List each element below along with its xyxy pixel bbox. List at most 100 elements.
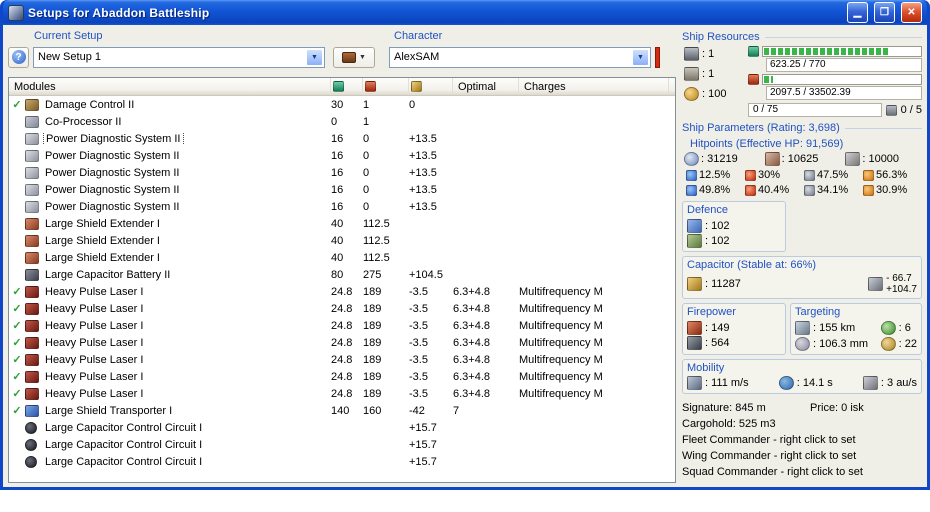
column-header-optimal[interactable]: Optimal [453, 78, 519, 95]
module-row[interactable]: ✓ Heavy Pulse Laser I 24.8 189 -3.5 6.3+… [9, 334, 675, 351]
shield-resist-value: 30% [758, 169, 781, 181]
module-row[interactable]: ✓ Power Diagnostic System II 16 0 +13.5 [9, 147, 675, 164]
launcher-icon [684, 66, 699, 81]
module-row[interactable]: ✓ Power Diagnostic System II 16 0 +13.5 [9, 181, 675, 198]
module-row[interactable]: ✓ Large Capacitor Control Circuit I +15.… [9, 436, 675, 453]
module-name: Heavy Pulse Laser I [45, 336, 144, 349]
column-header-powergrid[interactable] [363, 78, 409, 95]
current-setup-label: Current Setup [34, 30, 103, 42]
column-header-spacer [669, 78, 675, 95]
ship-resources-title-text: Ship Resources [682, 31, 760, 43]
module-cpu-value: 40 [331, 217, 344, 230]
module-type-icon [25, 183, 39, 196]
dps-value: : 149 [705, 321, 730, 334]
module-cap-value: -3.5 [409, 387, 428, 400]
module-row[interactable]: ✓ Co-Processor II 0 1 [9, 113, 675, 130]
setup-tools-button[interactable]: ▼ [333, 46, 375, 68]
damage-type-icon [686, 169, 697, 181]
fleet-commander-setter[interactable]: Fleet Commander - right click to set [682, 432, 922, 448]
module-row[interactable]: ✓ Heavy Pulse Laser I 24.8 189 -3.5 6.3+… [9, 351, 675, 368]
module-cpu-value: 16 [331, 183, 344, 196]
module-row[interactable]: ✓ Heavy Pulse Laser I 24.8 189 -3.5 6.3+… [9, 385, 675, 402]
module-row[interactable]: ✓ Power Diagnostic System II 16 0 +13.5 [9, 198, 675, 215]
module-name: Heavy Pulse Laser I [45, 387, 144, 400]
module-row[interactable]: ✓ Power Diagnostic System II 16 0 +13.5 [9, 130, 675, 147]
damage-type-icon [745, 184, 756, 196]
module-powergrid-value: 160 [363, 404, 382, 417]
column-header-cpu[interactable] [331, 78, 363, 95]
powergrid-bar-fill [764, 76, 774, 83]
module-powergrid-value: 1 [363, 98, 370, 111]
fitted-check-icon: ✓ [12, 354, 22, 366]
module-row[interactable]: ✓ Large Shield Transporter I 140 160 -42… [9, 402, 675, 419]
module-cap-value: -3.5 [409, 370, 428, 383]
close-button[interactable]: ✕ [901, 2, 922, 23]
launcher-slots-value: : 1 [702, 67, 715, 80]
module-row[interactable]: ✓ Large Shield Extender I 40 112.5 [9, 249, 675, 266]
wing-commander-setter[interactable]: Wing Commander - right click to set [682, 448, 922, 464]
module-type-icon [25, 200, 39, 213]
mobility-box: Mobility : 111 m/s : 14.1 s : 3 au/s [682, 359, 922, 394]
module-name: Heavy Pulse Laser I [45, 285, 144, 298]
module-powergrid-value: 189 [363, 302, 382, 315]
fitted-check-icon: ✓ [12, 286, 22, 298]
armor-resist-cell: 49.8% [686, 184, 745, 196]
minimize-button[interactable]: ▁ [847, 2, 868, 23]
module-row[interactable]: ✓ Heavy Pulse Laser I 24.8 189 -3.5 6.3+… [9, 283, 675, 300]
current-setup-dropdown-icon[interactable]: ▼ [306, 48, 323, 66]
column-header-charges[interactable]: Charges [519, 78, 669, 95]
shield-hp: : 31219 [684, 152, 761, 166]
module-row[interactable]: ✓ Large Capacitor Control Circuit I +15.… [9, 419, 675, 436]
module-powergrid-value: 189 [363, 353, 382, 366]
module-cap-value: -3.5 [409, 336, 428, 349]
module-row[interactable]: ✓ Large Shield Extender I 40 112.5 [9, 215, 675, 232]
character-select[interactable]: AlexSAM ▼ [389, 46, 651, 68]
module-charges-value: Multifrequency M [519, 285, 603, 298]
powergrid-icon [748, 74, 759, 85]
cpu-bar-fill [764, 48, 891, 55]
align-time-icon [778, 376, 794, 390]
titlebar[interactable]: Setups for Abaddon Battleship ▁ ❐ ✕ [3, 0, 927, 25]
shield-resist-value: 56.3% [876, 169, 908, 181]
stat-boxes: Defence : 102 : 102 Capacitor (Stable at… [682, 201, 922, 394]
module-name: Heavy Pulse Laser I [45, 353, 144, 366]
help-button[interactable]: ? [8, 46, 29, 68]
module-optimal-value: 6.3+4.8 [453, 302, 491, 315]
current-setup-select[interactable]: New Setup 1 ▼ [33, 46, 325, 68]
module-optimal-value: 6.3+4.8 [453, 319, 491, 332]
module-row[interactable]: ✓ Damage Control II 30 1 0 [9, 96, 675, 113]
module-cpu-value: 0 [331, 115, 338, 128]
chevron-down-icon: ▼ [359, 53, 366, 61]
scan-resolution-value: : 106.3 mm [813, 337, 869, 350]
module-row[interactable]: ✓ Large Shield Extender I 40 112.5 [9, 232, 675, 249]
module-row[interactable]: ✓ Power Diagnostic System II 16 0 +13.5 [9, 164, 675, 181]
defence-armor-value: : 102 [705, 234, 730, 247]
armor-resist-cell: 40.4% [745, 184, 804, 196]
fitted-check-icon: ✓ [12, 320, 22, 332]
column-header-capacitor[interactable] [409, 78, 453, 95]
maximize-button[interactable]: ❐ [874, 2, 895, 23]
module-cpu-value: 24.8 [331, 302, 353, 315]
module-row[interactable]: ✓ Heavy Pulse Laser I 24.8 189 -3.5 6.3+… [9, 368, 675, 385]
module-row[interactable]: ✓ Heavy Pulse Laser I 24.8 189 -3.5 6.3+… [9, 317, 675, 334]
module-row[interactable]: ✓ Heavy Pulse Laser I 24.8 189 -3.5 6.3+… [9, 300, 675, 317]
module-row[interactable]: ✓ Large Capacitor Battery II 80 275 +104… [9, 266, 675, 283]
ship-resources-title: Ship Resources [682, 31, 922, 43]
fitted-check-icon: ✓ [12, 371, 22, 383]
price-value: Price: 0 isk [810, 402, 864, 414]
damage-type-icon [745, 169, 756, 181]
module-row[interactable]: ✓ Large Capacitor Control Circuit I +15.… [9, 453, 675, 470]
module-name: Large Shield Extender I [45, 217, 160, 230]
squad-commander-setter[interactable]: Squad Commander - right click to set [682, 464, 922, 480]
module-charges-value: Multifrequency M [519, 370, 603, 383]
module-charges-value: Multifrequency M [519, 336, 603, 349]
module-charges-value: Multifrequency M [519, 353, 603, 366]
character-dropdown-icon[interactable]: ▼ [632, 48, 649, 66]
module-powergrid-value: 189 [363, 336, 382, 349]
column-header-modules[interactable]: Modules [9, 78, 331, 95]
hitpoints-title: Hitpoints (Effective HP: 91,569) [690, 138, 844, 150]
max-targets-value: : 6 [898, 321, 911, 334]
module-name: Power Diagnostic System II [43, 132, 184, 145]
powergrid-usage-text: 2097.5 / 33502.39 [766, 86, 922, 100]
module-cpu-value: 16 [331, 166, 344, 179]
